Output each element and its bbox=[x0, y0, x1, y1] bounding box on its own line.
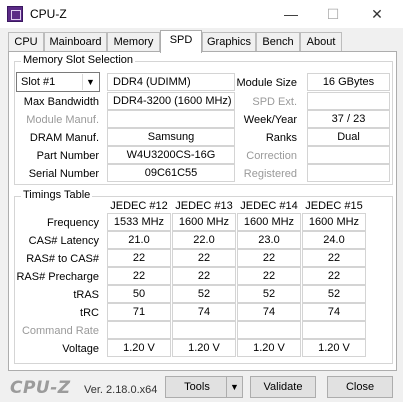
tab-mainboard[interactable]: Mainboard bbox=[44, 32, 107, 52]
memory-slot-selection-title: Memory Slot Selection bbox=[21, 54, 136, 66]
ras-to-cas-jedec-13: 22 bbox=[172, 249, 236, 267]
tab-spd[interactable]: SPD bbox=[160, 30, 202, 53]
registered-label: Registered bbox=[243, 168, 297, 180]
cpuz-app-icon bbox=[7, 6, 23, 22]
frequency-label: Frequency bbox=[47, 217, 99, 229]
tab-graphics[interactable]: Graphics bbox=[202, 32, 256, 52]
spd-ext-value bbox=[307, 92, 390, 110]
ras-to-cas-jedec-12: 22 bbox=[107, 249, 171, 267]
voltage-label: Voltage bbox=[62, 343, 99, 355]
cas-latency-label: CAS# Latency bbox=[28, 235, 99, 247]
version-label: Ver. 2.18.0.x64 bbox=[84, 384, 158, 396]
tras-jedec-12: 50 bbox=[107, 285, 171, 303]
trc-label: tRC bbox=[80, 307, 99, 319]
voltage-jedec-14: 1.20 V bbox=[237, 339, 301, 357]
frequency-jedec-14: 1600 MHz bbox=[237, 213, 301, 231]
voltage-jedec-13: 1.20 V bbox=[172, 339, 236, 357]
column-header-jedec-12: JEDEC #12 bbox=[110, 200, 168, 212]
frequency-jedec-13: 1600 MHz bbox=[172, 213, 236, 231]
slot-select-value: Slot #1 bbox=[21, 76, 56, 88]
part-number-value: W4U3200CS-16G bbox=[107, 146, 235, 164]
tab-bar: CPU Mainboard Memory SPD Graphics Bench … bbox=[8, 30, 398, 53]
tras-jedec-14: 52 bbox=[237, 285, 301, 303]
tools-dropdown-button[interactable]: ▼ bbox=[226, 376, 243, 398]
cas-latency-jedec-13: 22.0 bbox=[172, 231, 236, 249]
serial-number-label: Serial Number bbox=[28, 168, 99, 180]
week-year-value: 37 / 23 bbox=[307, 110, 390, 128]
column-header-jedec-14: JEDEC #14 bbox=[240, 200, 298, 212]
ras-precharge-jedec-14: 22 bbox=[237, 267, 301, 285]
ras-to-cas-label: RAS# to CAS# bbox=[26, 253, 99, 265]
ras-precharge-jedec-13: 22 bbox=[172, 267, 236, 285]
command-rate-jedec-13 bbox=[172, 321, 236, 339]
trc-jedec-14: 74 bbox=[237, 303, 301, 321]
timings-table-title: Timings Table bbox=[21, 189, 93, 201]
voltage-jedec-15: 1.20 V bbox=[302, 339, 366, 357]
tab-cpu[interactable]: CPU bbox=[8, 32, 44, 52]
command-rate-label: Command Rate bbox=[21, 325, 99, 337]
minimize-button[interactable]: — bbox=[276, 4, 306, 24]
trc-jedec-12: 71 bbox=[107, 303, 171, 321]
tab-bench[interactable]: Bench bbox=[256, 32, 300, 52]
ras-precharge-label: RAS# Precharge bbox=[16, 271, 99, 283]
tools-button[interactable]: Tools bbox=[165, 376, 229, 398]
spd-tab-panel: Memory Slot Selection Slot #1 ▼ DDR4 (UD… bbox=[8, 51, 397, 371]
serial-number-value: 09C61C55 bbox=[107, 164, 235, 182]
slot-select[interactable]: Slot #1 ▼ bbox=[16, 72, 100, 92]
max-bandwidth-label: Max Bandwidth bbox=[23, 96, 99, 108]
window-title: CPU-Z bbox=[30, 7, 67, 21]
tras-jedec-13: 52 bbox=[172, 285, 236, 303]
column-header-jedec-13: JEDEC #13 bbox=[175, 200, 233, 212]
trc-jedec-15: 74 bbox=[302, 303, 366, 321]
tab-memory[interactable]: Memory bbox=[107, 32, 160, 52]
cas-latency-jedec-15: 24.0 bbox=[302, 231, 366, 249]
ras-to-cas-jedec-14: 22 bbox=[237, 249, 301, 267]
ras-to-cas-jedec-15: 22 bbox=[302, 249, 366, 267]
close-window-button[interactable]: ✕ bbox=[362, 4, 392, 24]
ranks-label: Ranks bbox=[265, 132, 297, 144]
tras-label: tRAS bbox=[73, 289, 99, 301]
cas-latency-jedec-12: 21.0 bbox=[107, 231, 171, 249]
close-button[interactable]: Close bbox=[327, 376, 393, 398]
command-rate-jedec-12 bbox=[107, 321, 171, 339]
correction-value bbox=[307, 146, 390, 164]
tras-jedec-15: 52 bbox=[302, 285, 366, 303]
part-number-label: Part Number bbox=[36, 150, 99, 162]
frequency-jedec-12: 1533 MHz bbox=[107, 213, 171, 231]
column-header-jedec-15: JEDEC #15 bbox=[305, 200, 363, 212]
dram-manuf-value: Samsung bbox=[107, 128, 235, 146]
trc-jedec-13: 74 bbox=[172, 303, 236, 321]
maximize-button[interactable]: ☐ bbox=[318, 4, 348, 24]
ras-precharge-jedec-15: 22 bbox=[302, 267, 366, 285]
cpuz-brand-logo: CPU-Z bbox=[10, 378, 71, 398]
tab-about[interactable]: About bbox=[300, 32, 342, 52]
module-manuf-value bbox=[107, 110, 235, 128]
chevron-down-icon[interactable]: ▼ bbox=[82, 74, 98, 90]
title-bar: CPU-Z — ☐ ✕ bbox=[0, 0, 403, 28]
module-manuf-label: Module Manuf. bbox=[26, 114, 99, 126]
command-rate-jedec-15 bbox=[302, 321, 366, 339]
cas-latency-jedec-14: 23.0 bbox=[237, 231, 301, 249]
frequency-jedec-15: 1600 MHz bbox=[302, 213, 366, 231]
command-rate-jedec-14 bbox=[237, 321, 301, 339]
registered-value bbox=[307, 164, 390, 182]
voltage-jedec-12: 1.20 V bbox=[107, 339, 171, 357]
correction-label: Correction bbox=[246, 150, 297, 162]
module-type-value: DDR4 (UDIMM) bbox=[107, 73, 235, 91]
dram-manuf-label: DRAM Manuf. bbox=[29, 132, 99, 144]
ras-precharge-jedec-12: 22 bbox=[107, 267, 171, 285]
chevron-down-icon: ▼ bbox=[230, 382, 239, 392]
spd-ext-label: SPD Ext. bbox=[252, 96, 297, 108]
max-bandwidth-value: DDR4-3200 (1600 MHz) bbox=[107, 92, 235, 110]
week-year-label: Week/Year bbox=[243, 114, 297, 126]
validate-button[interactable]: Validate bbox=[250, 376, 316, 398]
module-size-value: 16 GBytes bbox=[307, 73, 390, 91]
module-size-label: Module Size bbox=[236, 77, 297, 89]
ranks-value: Dual bbox=[307, 128, 390, 146]
